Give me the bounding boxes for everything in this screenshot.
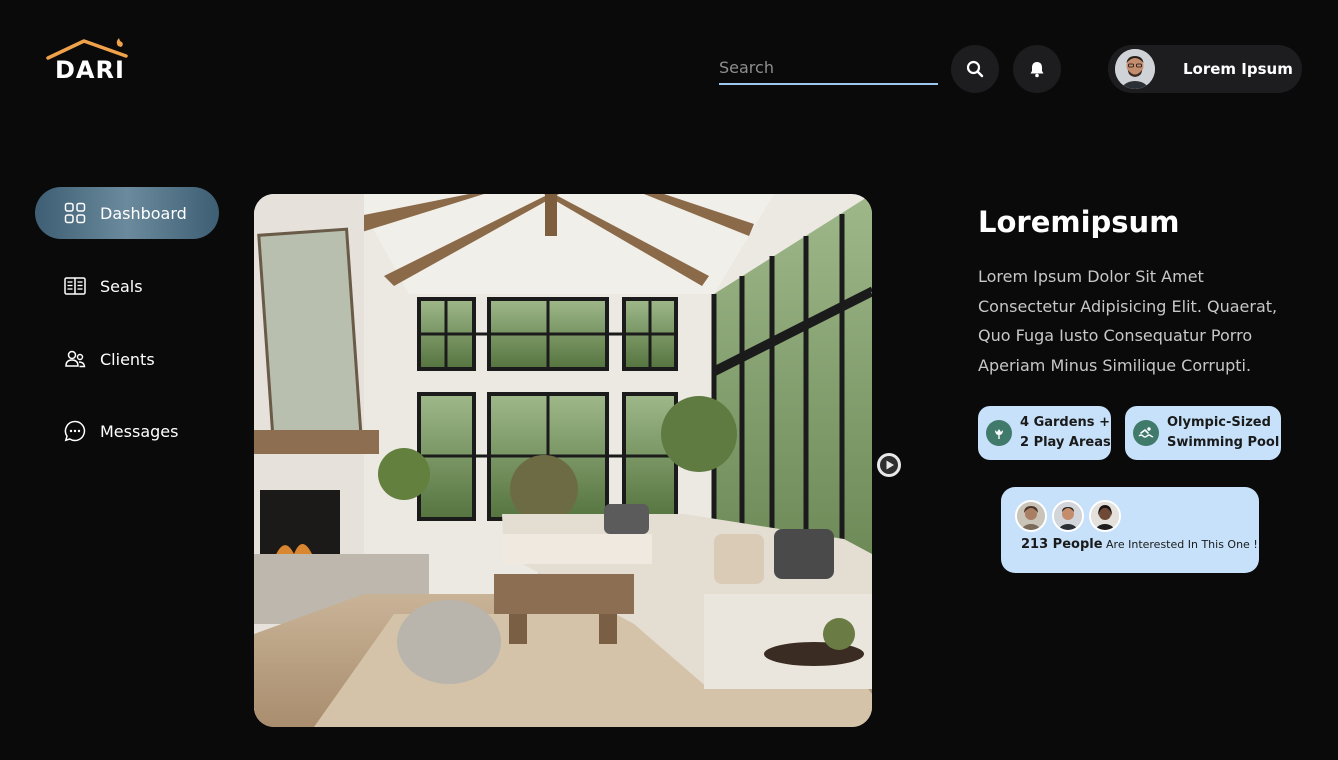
interested-avatars	[1015, 500, 1126, 532]
user-avatar	[1115, 49, 1155, 89]
sidebar-item-seals[interactable]: Seals	[35, 260, 219, 312]
feature-line1: Olympic-Sized	[1167, 415, 1271, 430]
sidebar-item-label: Clients	[100, 349, 155, 369]
search-icon	[966, 60, 984, 78]
swimmer-icon	[1133, 420, 1159, 446]
feature-line2: Swimming Pool	[1167, 435, 1280, 450]
avatar	[1052, 500, 1084, 532]
search-button[interactable]	[951, 45, 999, 93]
sidebar-item-clients[interactable]: Clients	[35, 333, 219, 385]
search-field[interactable]	[719, 52, 938, 85]
search-input[interactable]	[719, 52, 938, 82]
feature-badge-pool: Olympic-Sized Swimming Pool	[1125, 406, 1281, 460]
feature-line1: 4 Gardens +	[1020, 415, 1110, 430]
user-profile[interactable]: Lorem Ipsum	[1108, 45, 1302, 93]
brand-logo[interactable]: DARI	[46, 38, 130, 84]
interest-card: 213 People Are Interested In This One !	[1001, 487, 1259, 573]
notifications-button[interactable]	[1013, 45, 1061, 93]
sidebar-item-label: Messages	[100, 421, 179, 441]
sidebar-item-messages[interactable]: Messages	[35, 405, 219, 457]
property-description: Lorem Ipsum Dolor Sit Amet Consectetur A…	[978, 267, 1278, 375]
interest-label: Are Interested In This One !	[1106, 538, 1258, 551]
bell-icon	[1030, 61, 1044, 77]
feature-line2: 2 Play Areas	[1020, 435, 1111, 450]
property-title: Loremipsum	[978, 205, 1180, 239]
interest-count: 213 People	[1021, 537, 1103, 552]
user-name: Lorem Ipsum	[1183, 60, 1293, 78]
flower-icon	[986, 420, 1012, 446]
play-icon	[878, 454, 900, 476]
property-photo	[254, 194, 872, 727]
sidebar-item-dashboard[interactable]: Dashboard	[35, 187, 219, 239]
interest-summary: 213 People Are Interested In This One !	[1021, 537, 1258, 552]
sidebar-item-label: Seals	[100, 276, 143, 296]
book-icon	[63, 274, 87, 298]
sidebar-item-label: Dashboard	[100, 203, 187, 223]
next-image-button[interactable]	[877, 453, 901, 477]
feature-badge-gardens: 4 Gardens + 2 Play Areas	[978, 406, 1111, 460]
grid-icon	[63, 201, 87, 225]
chat-icon	[63, 419, 87, 443]
avatar	[1089, 500, 1121, 532]
brand-name: DARI	[55, 56, 125, 84]
avatar	[1015, 500, 1047, 532]
users-icon	[63, 347, 87, 371]
